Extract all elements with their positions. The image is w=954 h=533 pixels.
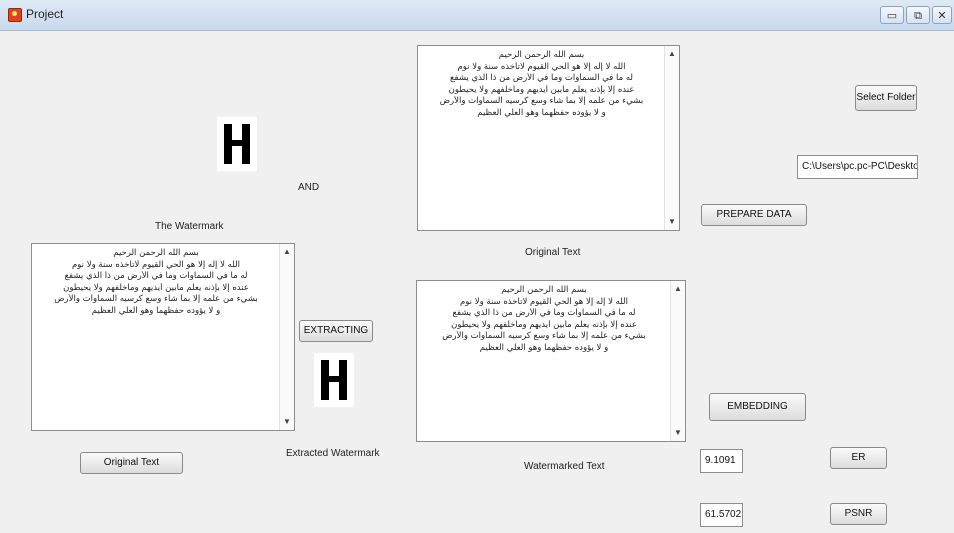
app-icon <box>8 8 22 22</box>
original-text-box[interactable]: بسم الله الرحمن الرحيم الله لا إله إلا ه… <box>417 45 680 231</box>
and-label: AND <box>298 182 320 193</box>
extracted-watermark-image <box>314 353 354 407</box>
watermark-image <box>217 117 257 171</box>
scrollbar[interactable]: ▲ ▼ <box>279 244 294 430</box>
scroll-up-icon[interactable]: ▲ <box>674 285 682 293</box>
title-bar: Project ▭ ⧉ ✕ <box>0 0 954 31</box>
original-text-content: بسم الله الرحمن الرحيم الله لا إله إلا ه… <box>439 50 644 118</box>
watermarked-text-label: Watermarked Text <box>524 461 605 472</box>
original-text-label: Original Text <box>525 247 581 258</box>
extracted-text-content: بسم الله الرحمن الرحيم الله لا إله إلا ه… <box>54 248 258 316</box>
original-text-button[interactable]: Original Text <box>80 452 183 474</box>
watermarked-text-content: بسم الله الرحمن الرحيم الله لا إله إلا ه… <box>442 285 646 353</box>
er-button[interactable]: ER <box>830 447 887 469</box>
extracted-text-box[interactable]: بسم الله الرحمن الرحيم الله لا إله إلا ه… <box>31 243 295 431</box>
extracted-watermark-label: Extracted Watermark <box>286 448 380 459</box>
scroll-down-icon[interactable]: ▼ <box>668 218 676 226</box>
minimize-button[interactable]: ▭ <box>880 6 904 24</box>
psnr-value-field[interactable]: 61.5702 <box>700 503 743 527</box>
folder-path-field[interactable]: C:\Users\pc.pc-PC\Desktop <box>797 155 918 179</box>
close-button[interactable]: ✕ <box>932 6 952 24</box>
embedding-button[interactable]: EMBEDDING <box>709 393 806 421</box>
window-title: Project <box>26 7 64 21</box>
psnr-button[interactable]: PSNR <box>830 503 887 525</box>
scrollbar[interactable]: ▲ ▼ <box>664 46 679 230</box>
extracting-button[interactable]: EXTRACTING <box>299 320 373 342</box>
select-folder-button[interactable]: Select Folder <box>855 85 917 111</box>
scroll-down-icon[interactable]: ▼ <box>283 418 291 426</box>
watermarked-text-box[interactable]: بسم الله الرحمن الرحيم الله لا إله إلا ه… <box>416 280 686 442</box>
prepare-data-button[interactable]: PREPARE DATA <box>701 204 807 226</box>
scroll-up-icon[interactable]: ▲ <box>283 248 291 256</box>
scroll-down-icon[interactable]: ▼ <box>674 429 682 437</box>
er-value-field[interactable]: 9.1091 <box>700 449 743 473</box>
scrollbar[interactable]: ▲ ▼ <box>670 281 685 441</box>
scroll-up-icon[interactable]: ▲ <box>668 50 676 58</box>
main-panel: AND The Watermark بسم الله الرحمن الرحيم… <box>0 31 954 533</box>
maximize-button[interactable]: ⧉ <box>906 6 930 24</box>
watermark-label: The Watermark <box>155 221 224 232</box>
